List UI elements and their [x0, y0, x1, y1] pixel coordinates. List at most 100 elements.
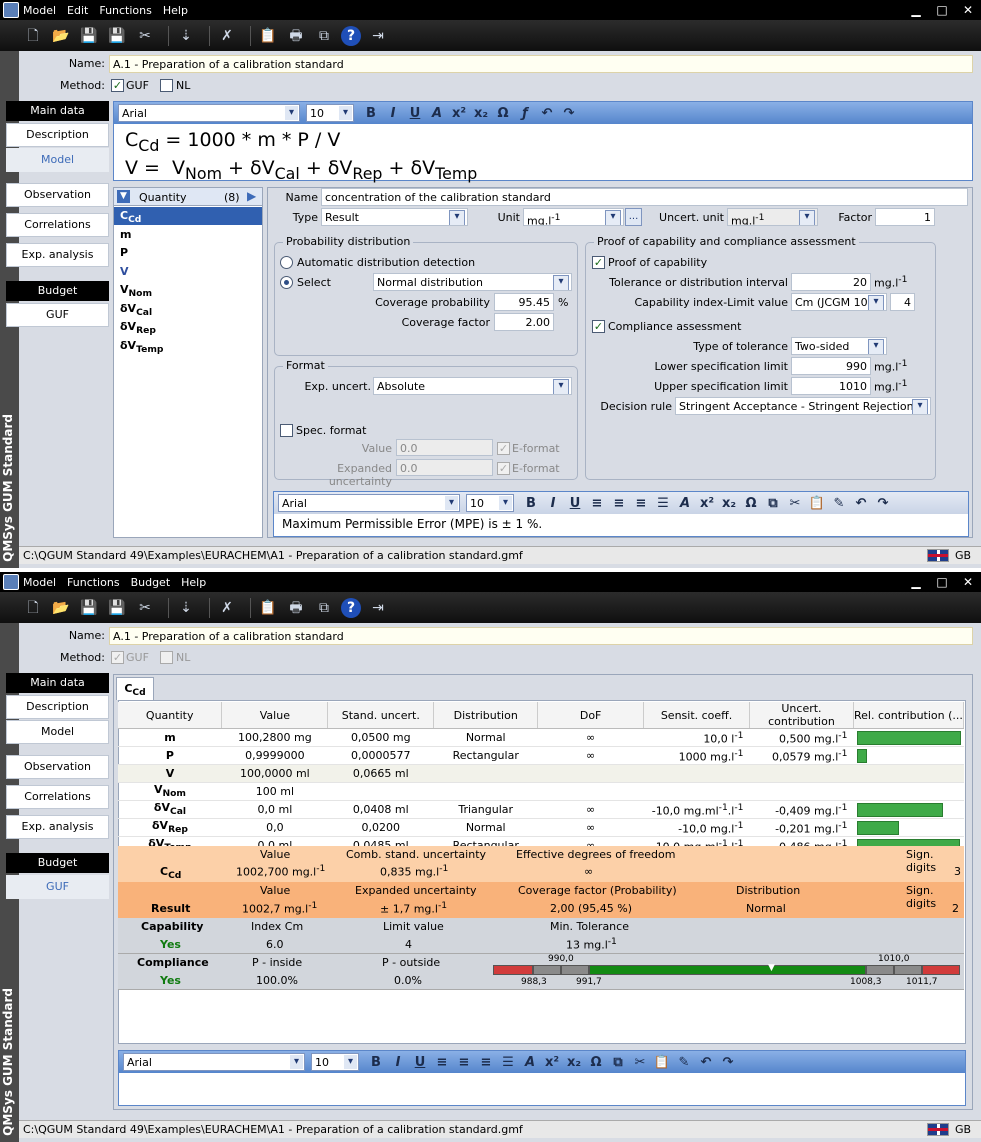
underline-icon[interactable]: U: [404, 106, 426, 121]
next-icon[interactable]: ▶: [247, 189, 256, 203]
quantity-item[interactable]: CCd: [120, 209, 141, 225]
budget-subscript-icon[interactable]: x₂: [563, 1055, 585, 1070]
decision-rule-select[interactable]: Stringent Acceptance - Stringent Rejecti…: [675, 397, 931, 415]
maximize-icon[interactable]: □: [934, 2, 950, 18]
note-font-color-icon[interactable]: A: [674, 496, 696, 511]
spec-format-checkbox[interactable]: [280, 424, 293, 437]
expand-icon[interactable]: ▼: [117, 190, 130, 203]
save-icon[interactable]: 💾: [78, 25, 100, 47]
note-highlight-icon[interactable]: ✎: [828, 496, 850, 511]
model-editor[interactable]: Arial 10 B I U A x² x₂ Ω ƒ ↶ ↷ CCd = 100…: [113, 101, 973, 183]
new-icon[interactable]: 🗋: [22, 25, 44, 47]
budget-copy-icon[interactable]: ⧉: [607, 1055, 629, 1070]
note-editor[interactable]: Arial 10 B I U ≡ ≡ ≡ ☰ A x² x₂ Ω ⧉ ✂ 📋 ✎…: [273, 491, 969, 537]
guf-checkbox[interactable]: ✓: [111, 651, 124, 664]
delete-icon[interactable]: ✂: [134, 597, 156, 619]
budget-font-select[interactable]: Arial: [123, 1053, 305, 1071]
help-icon[interactable]: ?: [341, 597, 361, 618]
compliance-checkbox[interactable]: ✓: [592, 320, 605, 333]
expanded-format-field[interactable]: 0.0: [396, 459, 493, 476]
nav-model[interactable]: Model: [6, 720, 109, 744]
copy-icon[interactable]: ⧉: [313, 597, 335, 619]
limit-value-field[interactable]: 4: [890, 293, 915, 311]
tolerance-field[interactable]: 20: [791, 273, 871, 291]
nav-correlations[interactable]: Correlations: [6, 213, 109, 237]
nav-observation[interactable]: Observation: [6, 183, 109, 207]
type-select[interactable]: Result: [321, 208, 468, 226]
budget-redo-icon[interactable]: ↷: [717, 1055, 739, 1070]
superscript-icon[interactable]: x²: [448, 106, 470, 121]
exit-icon[interactable]: ⇥: [367, 25, 389, 47]
bullet-list-icon[interactable]: ☰: [652, 496, 674, 511]
column-header[interactable]: DoF: [537, 702, 645, 729]
nav-correlations[interactable]: Correlations: [6, 785, 109, 809]
budget-align-left-icon[interactable]: ≡: [431, 1055, 453, 1070]
uncert-unit-select[interactable]: mg.l-1: [727, 208, 818, 226]
factor-field[interactable]: 1: [875, 208, 935, 226]
minimize-icon[interactable]: ▁: [908, 2, 924, 18]
poc-checkbox[interactable]: ✓: [592, 256, 605, 269]
table-row[interactable]: VNom 100 ml: [118, 782, 964, 801]
budget-bullet-list-icon[interactable]: ☰: [497, 1055, 519, 1070]
clipboard-icon[interactable]: 📋: [257, 25, 279, 47]
bold-icon[interactable]: B: [360, 106, 382, 121]
name-field[interactable]: A.1 - Preparation of a calibration stand…: [109, 627, 973, 645]
nav-observation[interactable]: Observation: [6, 755, 109, 779]
note-subscript-icon[interactable]: x₂: [718, 496, 740, 511]
formula-icon[interactable]: ⇣: [175, 597, 197, 619]
note-cut-icon[interactable]: ✂: [784, 496, 806, 511]
nl-checkbox[interactable]: [160, 651, 173, 664]
note-superscript-icon[interactable]: x²: [696, 496, 718, 511]
menu-budget[interactable]: Budget: [131, 576, 171, 589]
help-icon[interactable]: ?: [341, 25, 361, 46]
type-tolerance-select[interactable]: Two-sided: [791, 337, 887, 355]
italic-icon[interactable]: I: [382, 106, 404, 121]
note-bold-icon[interactable]: B: [520, 496, 542, 511]
save-as-icon[interactable]: 💾: [106, 25, 128, 47]
note-undo-icon[interactable]: ↶: [850, 496, 872, 511]
nav-description[interactable]: Description: [6, 695, 109, 719]
close-icon[interactable]: ✕: [960, 574, 976, 590]
exp-uncert-select[interactable]: Absolute: [373, 377, 572, 395]
clipboard-icon[interactable]: 📋: [257, 597, 279, 619]
quantity-item[interactable]: m: [120, 228, 131, 241]
value-format-field[interactable]: 0.0: [396, 439, 493, 456]
font-select[interactable]: Arial: [118, 104, 300, 122]
note-symbol-icon[interactable]: Ω: [740, 496, 762, 511]
note-copy-icon[interactable]: ⧉: [762, 496, 784, 511]
quantity-item[interactable]: δVCal: [120, 302, 152, 318]
tools-icon[interactable]: ✗: [216, 25, 238, 47]
delete-icon[interactable]: ✂: [134, 25, 156, 47]
undo-icon[interactable]: ↶: [536, 106, 558, 121]
formula-icon[interactable]: ⇣: [175, 25, 197, 47]
note-font-select[interactable]: Arial: [278, 494, 460, 512]
lsl-field[interactable]: 990: [791, 357, 871, 375]
name-field[interactable]: A.1 - Preparation of a calibration stand…: [109, 55, 973, 73]
new-icon[interactable]: 🗋: [22, 597, 44, 619]
close-icon[interactable]: ✕: [960, 2, 976, 18]
menu-help[interactable]: Help: [163, 4, 188, 17]
note-underline-icon[interactable]: U: [564, 496, 586, 511]
budget-cut-icon[interactable]: ✂: [629, 1055, 651, 1070]
note-font-size-select[interactable]: 10: [466, 494, 514, 512]
column-header[interactable]: Rel. contribution (...: [853, 702, 965, 729]
table-row[interactable]: m 100,2800 mg 0,0500 mg Normal ∞ 10,0 l-1 0,50…: [118, 728, 964, 747]
nl-checkbox[interactable]: [160, 79, 173, 92]
print-icon[interactable]: 🖶: [285, 25, 307, 47]
align-left-icon[interactable]: ≡: [586, 496, 608, 511]
menu-edit[interactable]: Edit: [67, 4, 88, 17]
function-icon[interactable]: ƒ: [514, 106, 536, 121]
coverage-probability-field[interactable]: 95.45: [494, 293, 554, 311]
menu-model[interactable]: Model: [23, 4, 56, 17]
maximize-icon[interactable]: □: [934, 574, 950, 590]
exit-icon[interactable]: ⇥: [367, 597, 389, 619]
guf-checkbox[interactable]: ✓: [111, 79, 124, 92]
save-as-icon[interactable]: 💾: [106, 597, 128, 619]
distribution-select[interactable]: Normal distribution: [373, 273, 572, 291]
align-right-icon[interactable]: ≡: [630, 496, 652, 511]
column-header[interactable]: Stand. uncert.: [327, 702, 435, 729]
unit-browse-button[interactable]: ...: [625, 208, 642, 226]
note-paste-icon[interactable]: 📋: [806, 496, 828, 511]
font-color-icon[interactable]: A: [426, 106, 448, 121]
capability-index-select[interactable]: Cm (JCGM 106): [791, 293, 887, 311]
